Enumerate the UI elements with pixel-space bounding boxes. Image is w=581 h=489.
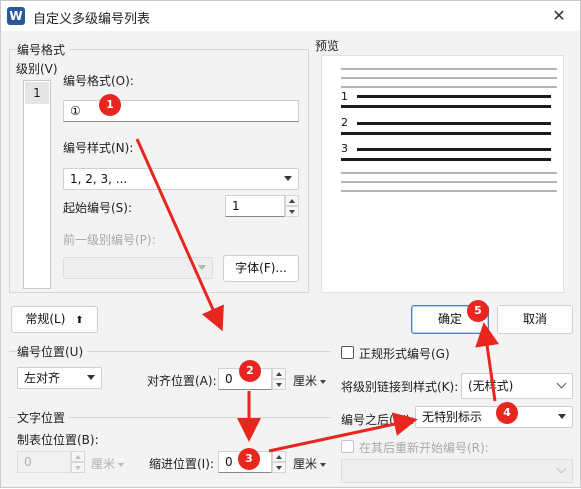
word-app-icon: W: [7, 7, 25, 25]
link-style-select[interactable]: (无样式): [461, 373, 573, 399]
restart-numbering-select[interactable]: [341, 459, 573, 483]
align-position-label: 对齐位置(A):: [147, 374, 217, 388]
number-format-group-title: 编号格式: [17, 41, 70, 58]
preview-line: [341, 105, 551, 108]
preview-line: [341, 181, 557, 183]
alignment-select[interactable]: 左对齐: [17, 367, 102, 389]
preview-line: [341, 172, 557, 174]
spin-up-icon[interactable]: [272, 451, 286, 462]
preview-panel: 1 2 3: [321, 55, 564, 293]
spin-up-icon[interactable]: [285, 195, 299, 206]
indent-spinner[interactable]: [272, 451, 286, 473]
style-select[interactable]: 1, 2, 3, ...: [63, 168, 299, 190]
prev-level-label: 前一级别编号(P):: [63, 233, 156, 247]
level-item-1[interactable]: 1: [25, 82, 49, 104]
link-style-value: (无样式): [468, 379, 514, 393]
up-arrow-icon: ⬆: [75, 315, 84, 326]
start-input[interactable]: 1: [225, 195, 285, 217]
annotation-badge-4: 4: [496, 402, 518, 424]
preview-line: [357, 122, 551, 125]
dialog-title: 自定义多级编号列表: [33, 12, 151, 27]
follow-number-select[interactable]: 无特别标示: [415, 406, 573, 428]
style-label: 编号样式(N):: [63, 141, 134, 155]
align-unit-select[interactable]: 厘米: [293, 372, 327, 389]
link-style-label: 将级别链接到样式(K):: [341, 380, 459, 394]
spin-down-icon[interactable]: [285, 206, 299, 217]
legal-numbering-label: 正规形式编号(G): [359, 347, 450, 361]
level-label: 级别(V): [16, 62, 58, 76]
follow-number-label: 编号之后(W):: [341, 413, 415, 427]
chevron-down-icon: [558, 414, 566, 419]
chevron-down-icon: [284, 176, 292, 181]
preview-line: [357, 95, 551, 98]
spin-down-icon[interactable]: [272, 379, 286, 390]
preview-line: [341, 86, 557, 88]
chevron-down-icon: [198, 265, 206, 270]
alignment-value: 左对齐: [24, 371, 61, 385]
annotation-badge-2: 2: [239, 360, 261, 382]
tab-unit-label: 厘米: [91, 457, 116, 471]
chevron-down-icon: [87, 375, 95, 380]
indent-label: 缩进位置(I):: [149, 457, 214, 471]
chevron-down-icon: [118, 462, 125, 467]
restart-numbering-checkbox[interactable]: [341, 440, 354, 453]
preview-line: [357, 148, 551, 151]
follow-number-value: 无特别标示: [422, 410, 483, 424]
align-unit-label: 厘米: [293, 374, 318, 388]
spin-down-icon[interactable]: [272, 462, 286, 473]
preview-number-2: 2: [341, 116, 348, 129]
toggle-advanced-button[interactable]: 常规(L) ⬆: [11, 306, 98, 333]
chevron-down-icon: [556, 378, 567, 389]
title-bar: W 自定义多级编号列表 ✕: [1, 1, 580, 31]
close-button[interactable]: ✕: [548, 5, 570, 27]
align-position-spinner[interactable]: [272, 368, 286, 390]
spin-down-icon[interactable]: [71, 462, 85, 473]
annotation-badge-1: 1: [99, 94, 121, 116]
dialog-window: W 自定义多级编号列表 ✕ 编号格式 级别(V) 1 编号格式(O): ① 编号…: [0, 0, 581, 488]
spin-up-icon[interactable]: [71, 451, 85, 462]
prev-level-select[interactable]: [63, 257, 213, 279]
preview-line: [341, 158, 551, 161]
text-position-group-title: 文字位置: [17, 409, 70, 426]
tab-unit-select[interactable]: 厘米: [91, 455, 125, 472]
tab-stop-spinner[interactable]: [71, 451, 85, 473]
annotation-badge-3: 3: [238, 448, 260, 470]
start-label: 起始编号(S):: [63, 201, 133, 215]
preview-number-3: 3: [341, 142, 348, 155]
indent-unit-label: 厘米: [293, 457, 318, 471]
toggle-label: 常规(L): [25, 312, 66, 326]
chevron-down-icon: [320, 462, 327, 467]
preview-line: [341, 68, 557, 70]
spin-up-icon[interactable]: [272, 368, 286, 379]
preview-line: [341, 132, 551, 135]
chevron-down-icon: [556, 463, 567, 474]
level-listbox[interactable]: 1: [23, 80, 51, 289]
tab-stop-input[interactable]: 0: [17, 451, 71, 473]
position-group-title: 编号位置(U): [17, 343, 88, 360]
preview-line: [341, 190, 557, 192]
font-button[interactable]: 字体(F)...: [223, 255, 299, 282]
chevron-down-icon: [320, 379, 327, 384]
legal-numbering-checkbox[interactable]: [341, 346, 354, 359]
preview-number-1: 1: [341, 90, 348, 103]
preview-label: 预览: [315, 39, 340, 53]
indent-unit-select[interactable]: 厘米: [293, 455, 327, 472]
restart-numbering-label: 在其后重新开始编号(R):: [359, 441, 489, 455]
tab-stop-label: 制表位位置(B):: [17, 433, 99, 447]
annotation-badge-5: 5: [467, 300, 489, 322]
preview-line: [341, 77, 557, 79]
cancel-button[interactable]: 取消: [497, 305, 573, 334]
format-label: 编号格式(O):: [63, 74, 134, 88]
start-spinner[interactable]: [285, 195, 299, 217]
style-select-value: 1, 2, 3, ...: [70, 172, 128, 186]
